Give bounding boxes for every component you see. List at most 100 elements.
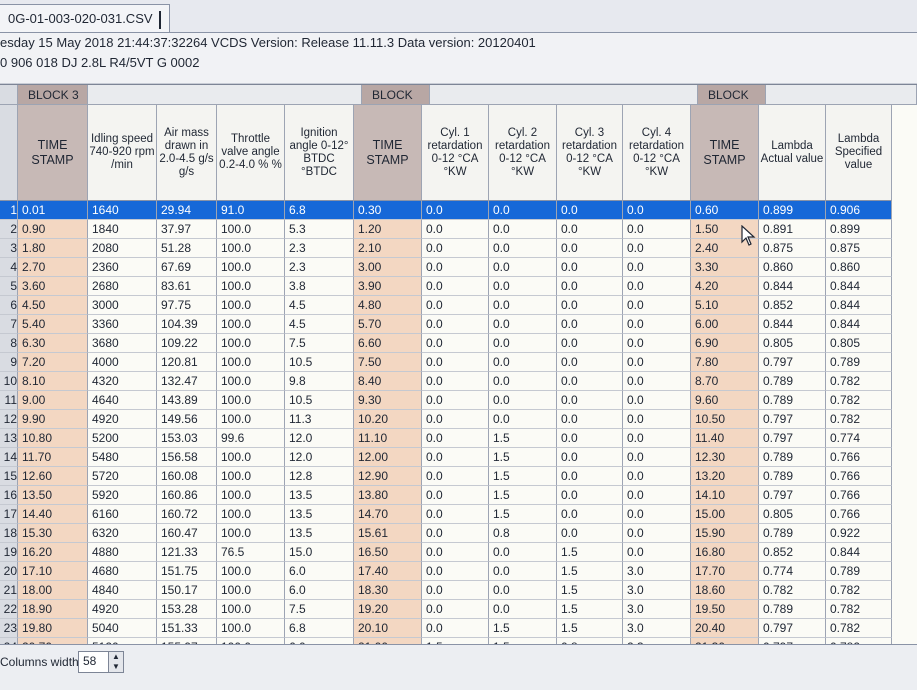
table-cell[interactable]: 0.875: [826, 239, 892, 258]
table-cell[interactable]: 0.0: [489, 258, 557, 277]
table-cell[interactable]: 1.5: [557, 581, 623, 600]
table-cell[interactable]: 0.789: [759, 391, 826, 410]
table-cell[interactable]: 0.0: [489, 581, 557, 600]
table-cell[interactable]: 160.08: [157, 467, 217, 486]
row-number[interactable]: 23: [0, 619, 18, 638]
row-number[interactable]: 19: [0, 543, 18, 562]
table-row[interactable]: 11 9.00 4640 143.89 100.0 10.5 9.30 0.0 0.0 0.0 0.…: [0, 391, 892, 410]
table-row[interactable]: 1 0.01 1640 29.94 91.0 6.8 0.30 0.0 0.0 0.0 0.0 0.6…: [0, 201, 892, 220]
table-cell[interactable]: 10.5: [285, 353, 354, 372]
table-cell[interactable]: 5.40: [18, 315, 88, 334]
table-cell[interactable]: 3.0: [623, 581, 691, 600]
table-row[interactable]: 16 13.50 5920 160.86 100.0 13.5 13.80 0.0 1.5 0.0…: [0, 486, 892, 505]
data-grid[interactable]: BLOCK 3 BLOCK 20 BLOCK 31 TIME STAMPIdli…: [0, 84, 917, 645]
table-cell[interactable]: 18.60: [691, 581, 759, 600]
table-cell[interactable]: 12.90: [354, 467, 422, 486]
row-number[interactable]: 18: [0, 524, 18, 543]
table-cell[interactable]: 100.0: [217, 600, 285, 619]
row-number[interactable]: 9: [0, 353, 18, 372]
columns-width-stepper[interactable]: 58 ▲ ▼: [78, 651, 124, 673]
table-cell[interactable]: 0.30: [354, 201, 422, 220]
row-number[interactable]: 15: [0, 467, 18, 486]
table-cell[interactable]: 12.8: [285, 467, 354, 486]
table-cell[interactable]: 16.80: [691, 543, 759, 562]
table-cell[interactable]: 0.782: [826, 410, 892, 429]
table-cell[interactable]: 0.0: [623, 296, 691, 315]
table-cell[interactable]: 0.0: [422, 543, 489, 562]
table-cell[interactable]: 0.789: [826, 562, 892, 581]
table-cell[interactable]: 0.0: [623, 277, 691, 296]
table-cell[interactable]: 5480: [88, 448, 157, 467]
table-cell[interactable]: 132.47: [157, 372, 217, 391]
table-cell[interactable]: 10.80: [18, 429, 88, 448]
table-cell[interactable]: 10.50: [691, 410, 759, 429]
row-number[interactable]: 6: [0, 296, 18, 315]
table-cell[interactable]: 0.0: [422, 296, 489, 315]
table-cell[interactable]: 0.0: [422, 277, 489, 296]
table-cell[interactable]: 0.789: [759, 372, 826, 391]
table-cell[interactable]: 20.40: [691, 619, 759, 638]
table-cell[interactable]: 0.797: [759, 353, 826, 372]
table-cell[interactable]: 0.0: [557, 353, 623, 372]
table-cell[interactable]: 0.844: [826, 543, 892, 562]
table-cell[interactable]: 0.0: [422, 429, 489, 448]
table-cell[interactable]: 160.47: [157, 524, 217, 543]
table-cell[interactable]: 0.844: [826, 277, 892, 296]
table-cell[interactable]: 5.10: [691, 296, 759, 315]
table-cell[interactable]: 1.5: [557, 562, 623, 581]
table-cell[interactable]: 0.844: [826, 296, 892, 315]
table-cell[interactable]: 0.766: [826, 486, 892, 505]
table-cell[interactable]: 97.75: [157, 296, 217, 315]
table-cell[interactable]: 0.0: [489, 391, 557, 410]
table-cell[interactable]: 18.00: [18, 581, 88, 600]
table-cell[interactable]: 4.50: [18, 296, 88, 315]
table-cell[interactable]: 6.60: [354, 334, 422, 353]
table-cell[interactable]: 0.0: [557, 524, 623, 543]
table-cell[interactable]: 4920: [88, 410, 157, 429]
table-cell[interactable]: 0.899: [826, 220, 892, 239]
table-cell[interactable]: 0.0: [422, 581, 489, 600]
table-cell[interactable]: 6320: [88, 524, 157, 543]
table-cell[interactable]: 0.0: [422, 220, 489, 239]
table-cell[interactable]: 100.0: [217, 258, 285, 277]
table-row[interactable]: 18 15.30 6320 160.47 100.0 13.5 15.61 0.0 0.8 0.0…: [0, 524, 892, 543]
table-cell[interactable]: 37.97: [157, 220, 217, 239]
table-cell[interactable]: 0.766: [826, 505, 892, 524]
table-cell[interactable]: 13.20: [691, 467, 759, 486]
table-cell[interactable]: 104.39: [157, 315, 217, 334]
table-cell[interactable]: 0.90: [18, 220, 88, 239]
table-cell[interactable]: 0.0: [489, 315, 557, 334]
table-cell[interactable]: 16.20: [18, 543, 88, 562]
table-cell[interactable]: 4.20: [691, 277, 759, 296]
table-cell[interactable]: 3.0: [623, 600, 691, 619]
table-cell[interactable]: 6160: [88, 505, 157, 524]
stepper-arrows-icon[interactable]: ▲ ▼: [108, 652, 123, 672]
table-cell[interactable]: 76.5: [217, 543, 285, 562]
column-header-0[interactable]: TIME STAMP: [18, 105, 88, 201]
table-cell[interactable]: 10.5: [285, 391, 354, 410]
table-cell[interactable]: 8.10: [18, 372, 88, 391]
table-cell[interactable]: 0.0: [557, 372, 623, 391]
table-cell[interactable]: 5.70: [354, 315, 422, 334]
table-cell[interactable]: 19.20: [354, 600, 422, 619]
table-cell[interactable]: 2080: [88, 239, 157, 258]
table-cell[interactable]: 15.00: [691, 505, 759, 524]
table-row[interactable]: 2 0.90 1840 37.97 100.0 5.3 1.20 0.0 0.0 0.0 0.0 1.…: [0, 220, 892, 239]
table-cell[interactable]: 14.10: [691, 486, 759, 505]
table-cell[interactable]: 3.00: [354, 258, 422, 277]
table-cell[interactable]: 0.0: [489, 410, 557, 429]
table-cell[interactable]: 0.0: [422, 315, 489, 334]
row-number[interactable]: 10: [0, 372, 18, 391]
table-cell[interactable]: 16.50: [354, 543, 422, 562]
table-cell[interactable]: 5040: [88, 619, 157, 638]
table-cell[interactable]: 0.805: [759, 505, 826, 524]
table-cell[interactable]: 11.70: [18, 448, 88, 467]
table-cell[interactable]: 0.0: [557, 486, 623, 505]
table-cell[interactable]: 4640: [88, 391, 157, 410]
column-header-1[interactable]: Idling speed 740-920 rpm /min: [88, 105, 157, 201]
table-cell[interactable]: 5920: [88, 486, 157, 505]
table-cell[interactable]: 3.60: [18, 277, 88, 296]
table-cell[interactable]: 151.33: [157, 619, 217, 638]
table-cell[interactable]: 4.5: [285, 315, 354, 334]
table-cell[interactable]: 0.797: [759, 429, 826, 448]
